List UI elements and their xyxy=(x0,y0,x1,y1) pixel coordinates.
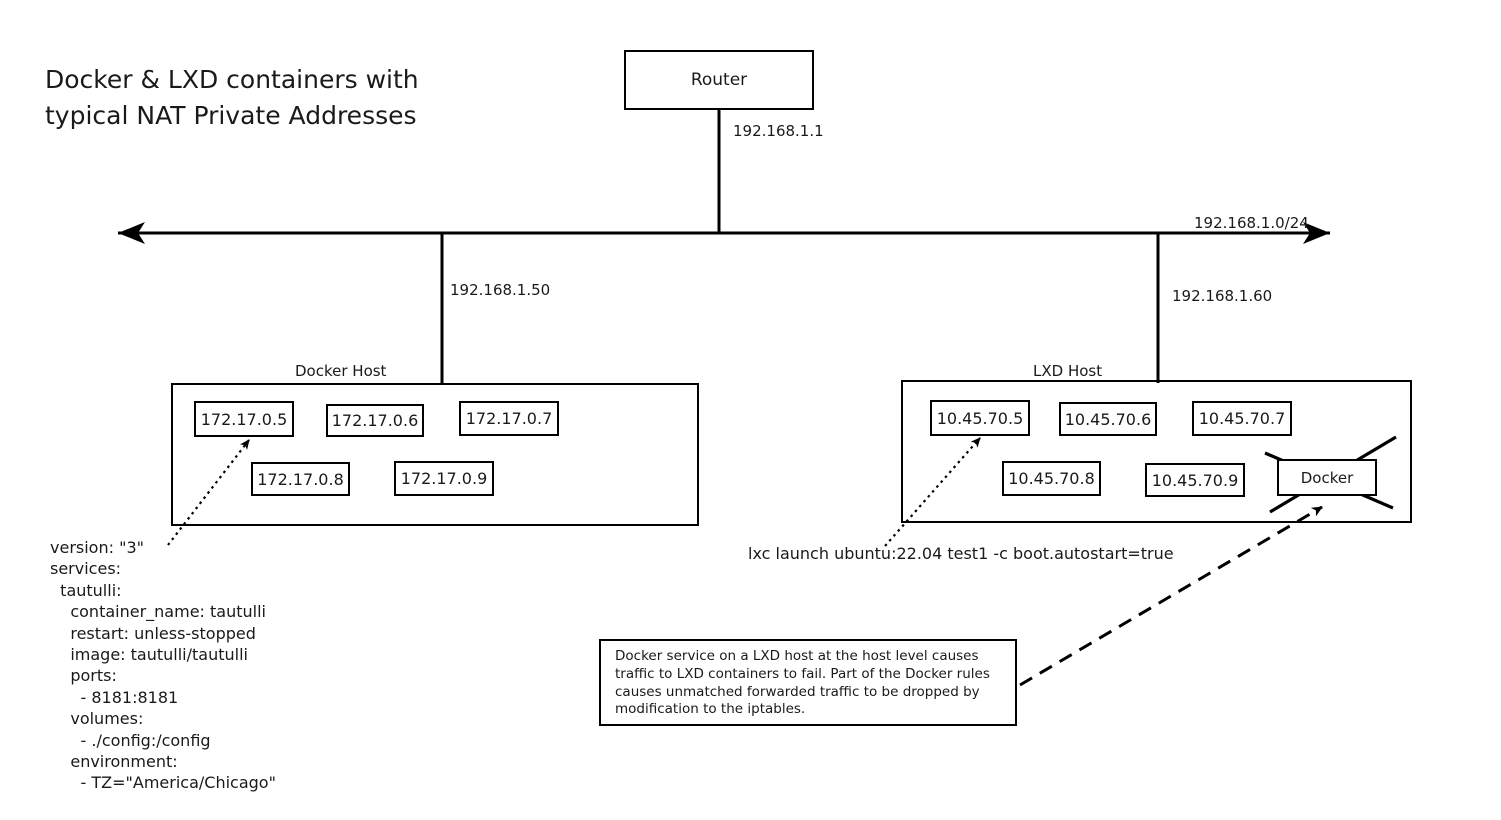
lxc-launch-command: lxc launch ubuntu:22.04 test1 -c boot.au… xyxy=(748,544,1174,563)
lxd-container-box[interactable]: 10.45.70.5 xyxy=(930,400,1030,436)
lxd-container-box[interactable]: 10.45.70.9 xyxy=(1145,463,1245,497)
lxd-host-label: LXD Host xyxy=(1033,362,1103,380)
container-ip-label: 172.17.0.7 xyxy=(465,409,553,428)
container-ip-label: 10.45.70.9 xyxy=(1151,470,1239,490)
container-ip-label: 172.17.0.9 xyxy=(400,469,488,488)
lxd-container-box[interactable]: 10.45.70.8 xyxy=(1002,461,1101,496)
router-node[interactable]: Router xyxy=(624,50,814,110)
docker-host-label: Docker Host xyxy=(295,362,387,380)
lxd-host-ip-label: 192.168.1.60 xyxy=(1172,287,1273,305)
docker-container-box[interactable]: 172.17.0.7 xyxy=(459,401,559,436)
diagram-canvas: Docker & LXD containers with typical NAT… xyxy=(0,0,1501,820)
docker-container-box[interactable]: 172.17.0.5 xyxy=(194,401,294,437)
subnet-label: 192.168.1.0/24 xyxy=(1194,214,1309,232)
page-title: Docker & LXD containers with typical NAT… xyxy=(45,65,419,130)
network-bus xyxy=(118,222,1330,244)
lxd-docker-service-label: Docker xyxy=(1300,468,1354,487)
container-ip-label: 10.45.70.5 xyxy=(936,408,1024,428)
router-label: Router xyxy=(690,70,748,90)
container-ip-label: 172.17.0.5 xyxy=(200,409,288,429)
docker-container-box[interactable]: 172.17.0.8 xyxy=(251,462,350,496)
container-ip-label: 10.45.70.8 xyxy=(1008,469,1095,488)
lxd-container-box[interactable]: 10.45.70.7 xyxy=(1192,401,1292,436)
lxd-container-box[interactable]: 10.45.70.6 xyxy=(1059,402,1157,436)
container-ip-label: 10.45.70.6 xyxy=(1064,409,1152,429)
docker-host-ip-label: 192.168.1.50 xyxy=(450,281,551,299)
note-callout-text: Docker service on a LXD host at the host… xyxy=(615,648,990,718)
container-ip-label: 10.45.70.7 xyxy=(1198,409,1286,428)
docker-compose-snippet: version: "3" services: tautulli: contain… xyxy=(50,538,276,793)
docker-container-box[interactable]: 172.17.0.9 xyxy=(394,461,494,496)
note-callout-arrow xyxy=(1019,505,1323,687)
router-ip-label: 192.168.1.1 xyxy=(733,122,824,140)
lxd-docker-service-box[interactable]: Docker xyxy=(1277,459,1377,496)
container-ip-label: 172.17.0.6 xyxy=(331,411,419,430)
container-ip-label: 172.17.0.8 xyxy=(257,469,344,489)
docker-container-box[interactable]: 172.17.0.6 xyxy=(326,404,424,437)
